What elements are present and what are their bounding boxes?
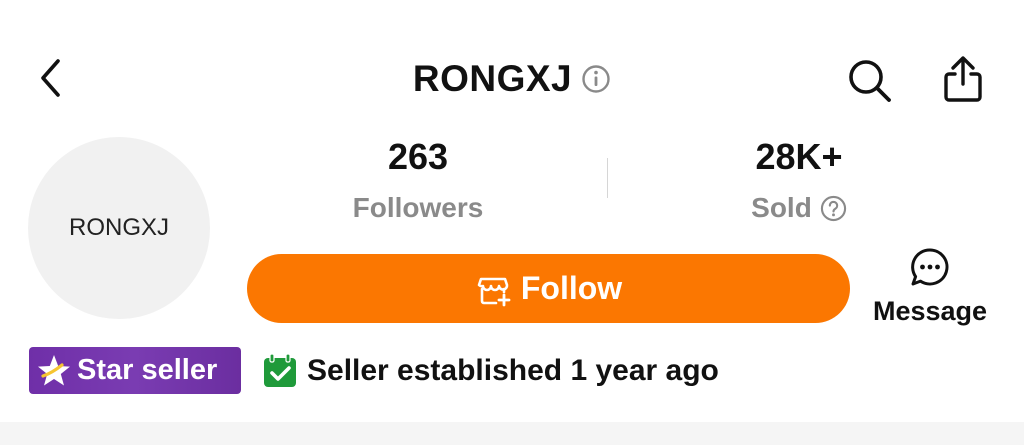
- chevron-left-icon: [41, 59, 60, 97]
- star-seller-label: Star seller: [77, 354, 218, 386]
- stats-divider: [607, 158, 608, 198]
- chat-bubble-icon: [911, 248, 949, 286]
- search-icon: [849, 60, 891, 102]
- question-circle-icon[interactable]: [820, 195, 847, 222]
- share-icon: [944, 56, 982, 102]
- followers-count: 263: [387, 136, 449, 177]
- message-label: Message: [872, 296, 988, 326]
- info-icon[interactable]: [581, 64, 611, 94]
- star-icon: [38, 354, 70, 385]
- section-separator: [0, 422, 1024, 445]
- star-seller-badge[interactable]: Star seller: [29, 347, 241, 394]
- share-button[interactable]: [938, 52, 988, 106]
- avatar-text: RONGXJ: [68, 214, 169, 241]
- sold-label: Sold: [751, 192, 812, 223]
- message-button[interactable]: Message: [860, 246, 1000, 331]
- sold-stat: 28K+ Sold: [679, 136, 919, 224]
- follow-label: Follow: [520, 270, 623, 306]
- seller-established-info: Seller established 1 year ago: [262, 351, 719, 391]
- back-button[interactable]: [30, 55, 70, 101]
- search-button[interactable]: [843, 54, 895, 106]
- seller-established-label: Seller established 1 year ago: [307, 354, 719, 387]
- page-title: RONGXJ: [412, 58, 573, 99]
- followers-label: Followers: [352, 192, 484, 223]
- followers-stat[interactable]: 263 Followers: [298, 136, 538, 224]
- follow-button[interactable]: Follow: [247, 254, 850, 323]
- store-plus-icon: [477, 277, 511, 306]
- sold-count: 28K+: [755, 136, 843, 177]
- calendar-check-icon: [264, 353, 296, 387]
- avatar[interactable]: RONGXJ: [28, 137, 210, 319]
